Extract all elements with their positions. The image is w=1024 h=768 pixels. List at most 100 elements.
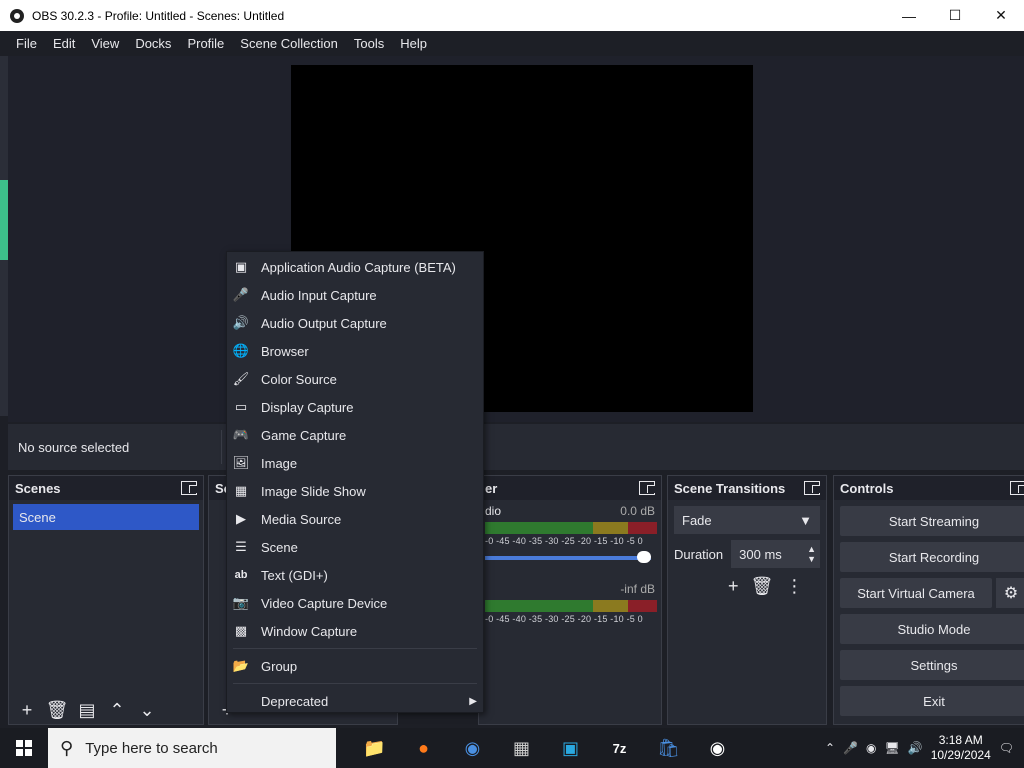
- volume-slider[interactable]: [485, 556, 651, 560]
- maximize-button[interactable]: ☐: [932, 0, 978, 31]
- firefox-icon[interactable]: ●: [399, 728, 448, 768]
- list-icon: ☰: [235, 539, 247, 554]
- obs-logo-icon: [10, 8, 24, 23]
- menu-item-deprecated[interactable]: Deprecated ▶: [227, 687, 483, 715]
- meter-scale: -0 -45 -40 -35 -30 -25 -20 -15 -10 -5 0: [485, 614, 643, 624]
- menu-view[interactable]: View: [83, 36, 127, 51]
- windows-taskbar: ⚲ Type here to search 📁 ● ◉ ▦ ▣ 7z 🛍 ◉ ⌃…: [0, 728, 1024, 768]
- folder-icon: 📂: [232, 658, 250, 673]
- duration-stepper[interactable]: 300 ms ▲ ▼: [731, 540, 820, 568]
- slideshow-icon: ▦: [234, 483, 248, 498]
- app-icon[interactable]: ▦: [497, 728, 546, 768]
- volume-meter: [485, 600, 657, 612]
- menu-file[interactable]: File: [8, 36, 45, 51]
- close-button[interactable]: ✕: [978, 0, 1024, 31]
- start-streaming-button[interactable]: Start Streaming: [840, 506, 1024, 536]
- add-scene-icon[interactable]: +: [15, 699, 39, 721]
- scene-list-item[interactable]: Scene: [13, 504, 199, 530]
- menu-item-scene[interactable]: ☰ Scene: [227, 533, 483, 561]
- add-source-context-menu: ▣ Application Audio Capture (BETA) 🎤 Audio…: [226, 251, 484, 713]
- menu-item-audio-input-capture[interactable]: 🎤 Audio Input Capture: [227, 281, 483, 309]
- start-recording-button[interactable]: Start Recording: [840, 542, 1024, 572]
- settings-button[interactable]: Settings: [840, 650, 1024, 680]
- menu-item-display-capture[interactable]: ▭ Display Capture: [227, 393, 483, 421]
- scene-filters-icon[interactable]: ▤: [75, 699, 99, 721]
- start-virtual-camera-button[interactable]: Start Virtual Camera: [840, 578, 992, 608]
- menu-item-image[interactable]: 🖼 Image: [227, 449, 483, 477]
- no-source-label: No source selected: [18, 440, 130, 455]
- taskbar-search-box[interactable]: ⚲ Type here to search: [48, 728, 336, 768]
- undock-icon[interactable]: [1010, 481, 1024, 495]
- title-bar: OBS 30.2.3 - Profile: Untitled - Scenes:…: [0, 0, 1024, 31]
- chevron-down-icon: ▼: [799, 512, 812, 528]
- clock[interactable]: 3:18 AM 10/29/2024: [931, 733, 991, 763]
- minimize-button[interactable]: —: [886, 0, 932, 31]
- microphone-icon[interactable]: 🎤: [843, 741, 858, 755]
- chevron-up-icon[interactable]: ⌃: [825, 741, 835, 755]
- transition-select[interactable]: Fade ▼: [674, 506, 820, 534]
- menu-item-audio-output-capture[interactable]: 🔊 Audio Output Capture: [227, 309, 483, 337]
- mixer-channel: -inf dB -0 -45 -40 -35 -30 -25 -20 -15 -…: [479, 578, 661, 656]
- volume-meter: [485, 522, 657, 534]
- menu-item-app-audio-capture[interactable]: ▣ Application Audio Capture (BETA): [227, 253, 483, 281]
- remove-scene-icon[interactable]: 🗑: [45, 699, 69, 721]
- 7zip-icon[interactable]: 7z: [595, 728, 644, 768]
- start-button[interactable]: [0, 728, 48, 768]
- menu-docks[interactable]: Docks: [127, 36, 179, 51]
- add-transition-icon[interactable]: +: [728, 576, 739, 597]
- menu-help[interactable]: Help: [392, 36, 435, 51]
- remove-transition-icon[interactable]: 🗑: [751, 576, 774, 597]
- menu-scene-collection[interactable]: Scene Collection: [232, 36, 346, 51]
- scenes-dock-title: Scenes: [15, 480, 61, 496]
- chrome-icon[interactable]: ◉: [448, 728, 497, 768]
- globe-icon: 🌐: [232, 343, 250, 358]
- network-icon[interactable]: 🖥: [885, 741, 900, 755]
- controls-dock: Controls Start Streaming Start Recording…: [833, 475, 1024, 725]
- exit-button[interactable]: Exit: [840, 686, 1024, 716]
- menu-item-window-capture[interactable]: ▩ Window Capture: [227, 617, 483, 645]
- undock-icon[interactable]: [804, 481, 820, 495]
- menu-item-image-slide-show[interactable]: ▦ Image Slide Show: [227, 477, 483, 505]
- obs-taskbar-icon[interactable]: ◉: [693, 728, 742, 768]
- windows-logo-icon: [16, 740, 32, 756]
- paintbrush-icon: 🖌: [232, 371, 250, 386]
- image-icon: 🖼: [232, 455, 250, 470]
- meter-scale: -0 -45 -40 -35 -30 -25 -20 -15 -10 -5 0: [485, 536, 643, 546]
- app-icon[interactable]: ▣: [546, 728, 595, 768]
- menu-item-video-capture-device[interactable]: 📷 Video Capture Device: [227, 589, 483, 617]
- gear-icon[interactable]: ⚙: [996, 578, 1024, 608]
- audio-mixer-dock: er dio 0.0 dB -0 -45 -40 -35 -30 -25 -20…: [478, 475, 662, 725]
- notifications-icon[interactable]: 🗨: [999, 741, 1014, 755]
- menu-item-game-capture[interactable]: 🎮 Game Capture: [227, 421, 483, 449]
- more-options-icon[interactable]: ⋮: [785, 576, 803, 597]
- stepper-arrows-icon[interactable]: ▲ ▼: [807, 544, 816, 564]
- undock-icon[interactable]: [181, 481, 197, 495]
- undock-icon[interactable]: [639, 481, 655, 495]
- volume-slider-handle[interactable]: [637, 551, 651, 563]
- menu-profile[interactable]: Profile: [179, 36, 232, 51]
- duration-label: Duration: [674, 546, 724, 562]
- menu-item-text-gdi[interactable]: ab Text (GDI+): [227, 561, 483, 589]
- menu-item-browser[interactable]: 🌐 Browser: [227, 337, 483, 365]
- menu-tools[interactable]: Tools: [346, 36, 392, 51]
- app-audio-icon: ▣: [234, 259, 248, 274]
- system-tray: ⌃ 🎤 ◉ 🖥 🔊 3:18 AM 10/29/2024 🗨: [825, 728, 1024, 768]
- store-icon[interactable]: 🛍: [644, 728, 693, 768]
- obs-tray-icon[interactable]: ◉: [866, 741, 876, 755]
- window-title: OBS 30.2.3 - Profile: Untitled - Scenes:…: [32, 8, 285, 23]
- menu-edit[interactable]: Edit: [45, 36, 83, 51]
- move-down-icon[interactable]: ⌄: [135, 699, 159, 721]
- scenes-dock: Scenes Scene + 🗑 ▤ ⌃ ⌄: [8, 475, 204, 725]
- scene-transitions-dock: Scene Transitions Fade ▼ Duration 300 ms…: [667, 475, 827, 725]
- move-up-icon[interactable]: ⌃: [105, 699, 129, 721]
- camera-icon: 📷: [232, 595, 250, 610]
- menu-item-media-source[interactable]: ▶ Media Source: [227, 505, 483, 533]
- left-edge-panel: [0, 56, 8, 416]
- speaker-icon: 🔊: [232, 315, 250, 330]
- menu-item-group[interactable]: 📂 Group: [227, 652, 483, 680]
- studio-mode-button[interactable]: Studio Mode: [840, 614, 1024, 644]
- file-explorer-icon[interactable]: 📁: [350, 728, 399, 768]
- menu-item-color-source[interactable]: 🖌 Color Source: [227, 365, 483, 393]
- volume-db-label: -inf dB: [620, 582, 655, 596]
- volume-icon[interactable]: 🔊: [908, 741, 923, 755]
